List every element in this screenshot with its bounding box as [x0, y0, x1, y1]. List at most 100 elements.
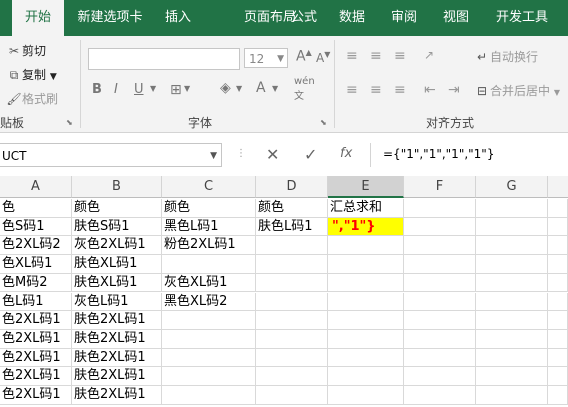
- cell[interactable]: 色2XL码1: [0, 348, 72, 368]
- cell[interactable]: [476, 292, 548, 312]
- wrap-text-button[interactable]: ↵ 自动换行: [474, 48, 538, 65]
- tab-developer[interactable]: 开发工具: [488, 0, 556, 36]
- font-name-field[interactable]: [88, 48, 240, 70]
- cell[interactable]: [476, 311, 548, 330]
- format-painter-button[interactable]: 🖌格式刷: [6, 90, 58, 107]
- cell[interactable]: [404, 217, 476, 237]
- column-header-g[interactable]: G: [476, 176, 548, 198]
- cell[interactable]: [404, 255, 476, 274]
- bold-button[interactable]: B: [92, 82, 102, 97]
- cell[interactable]: [256, 329, 328, 349]
- cell[interactable]: 粉色2XL码1: [162, 236, 256, 256]
- cell[interactable]: [548, 367, 568, 386]
- cell[interactable]: [256, 367, 328, 386]
- column-header-d[interactable]: D: [256, 176, 328, 198]
- cell[interactable]: [162, 329, 256, 349]
- cell[interactable]: 肤色2XL码1: [72, 386, 162, 405]
- cell[interactable]: [328, 236, 404, 256]
- cell[interactable]: [548, 348, 568, 368]
- cell[interactable]: 黑色XL码2: [162, 292, 256, 312]
- chevron-down-icon[interactable]: ▼: [150, 84, 156, 93]
- cell[interactable]: [548, 255, 568, 274]
- cell[interactable]: [404, 311, 476, 330]
- clipboard-launcher-icon[interactable]: ⬊: [66, 118, 73, 127]
- cell[interactable]: [256, 348, 328, 368]
- selected-cell[interactable]: ","1"}: [328, 217, 404, 237]
- cell[interactable]: [476, 199, 548, 218]
- cell[interactable]: [476, 329, 548, 349]
- cell[interactable]: [256, 255, 328, 274]
- increase-indent-icon[interactable]: ⇥: [448, 82, 460, 98]
- cell[interactable]: 色2XL码1: [0, 367, 72, 386]
- column-header-c[interactable]: C: [162, 176, 256, 198]
- cancel-icon[interactable]: ✕: [266, 145, 279, 164]
- drag-handle-icon[interactable]: ⋮: [236, 148, 246, 159]
- borders-icon[interactable]: ⊞: [170, 82, 182, 98]
- decrease-indent-icon[interactable]: ⇤: [424, 82, 436, 98]
- cell[interactable]: 色XL码1: [0, 255, 72, 274]
- insert-function-icon[interactable]: fx: [340, 146, 352, 161]
- cell[interactable]: 肤色2XL码1: [72, 311, 162, 330]
- cell[interactable]: [404, 367, 476, 386]
- italic-button[interactable]: I: [114, 82, 118, 97]
- cell[interactable]: 灰色XL码1: [162, 273, 256, 293]
- tab-home[interactable]: 开始: [12, 0, 64, 36]
- cell[interactable]: [548, 311, 568, 330]
- cell[interactable]: [328, 292, 404, 312]
- column-header-e[interactable]: E: [328, 176, 404, 198]
- cell[interactable]: [476, 217, 548, 237]
- merge-center-button[interactable]: ⊟ 合并后居中 ▼: [474, 82, 560, 99]
- cell[interactable]: [328, 255, 404, 274]
- cell[interactable]: [476, 386, 548, 405]
- cell[interactable]: 色2XL码2: [0, 236, 72, 256]
- decrease-font-icon[interactable]: A▼: [316, 50, 330, 65]
- column-header-h[interactable]: [548, 176, 568, 198]
- font-size-field[interactable]: 12 ▼: [244, 48, 288, 68]
- increase-font-icon[interactable]: A▲: [296, 48, 312, 65]
- cell[interactable]: [404, 348, 476, 368]
- column-header-f[interactable]: F: [404, 176, 476, 198]
- copy-button[interactable]: ⧉ 复制 ▼: [6, 66, 57, 83]
- font-color-icon[interactable]: A: [256, 80, 266, 96]
- cell[interactable]: [548, 386, 568, 405]
- cell[interactable]: [328, 329, 404, 349]
- cell[interactable]: [328, 311, 404, 330]
- cell[interactable]: [256, 386, 328, 405]
- cell[interactable]: [404, 386, 476, 405]
- cell[interactable]: [162, 255, 256, 274]
- cell[interactable]: [162, 386, 256, 405]
- cut-button[interactable]: ✂ 剪切: [6, 42, 46, 59]
- cell[interactable]: [328, 386, 404, 405]
- align-middle-icon[interactable]: ≡: [370, 48, 382, 64]
- cell[interactable]: 色S码1: [0, 217, 72, 237]
- cell[interactable]: [404, 273, 476, 293]
- cell[interactable]: 肤色2XL码1: [72, 367, 162, 386]
- cell[interactable]: [162, 367, 256, 386]
- cell[interactable]: [476, 273, 548, 293]
- chevron-down-icon[interactable]: ▼: [184, 84, 190, 93]
- cell[interactable]: 灰色2XL码1: [72, 236, 162, 256]
- cell[interactable]: [548, 217, 568, 237]
- cell[interactable]: 灰色L码1: [72, 292, 162, 312]
- cell[interactable]: [476, 236, 548, 256]
- cell[interactable]: [256, 273, 328, 293]
- cell[interactable]: 颜色: [256, 199, 328, 218]
- tab-insert[interactable]: 插入: [158, 0, 198, 36]
- column-header-a[interactable]: A: [0, 176, 72, 198]
- cell[interactable]: 肤色2XL码1: [72, 348, 162, 368]
- cell[interactable]: [548, 273, 568, 293]
- cell[interactable]: [404, 236, 476, 256]
- cell[interactable]: [256, 311, 328, 330]
- align-bottom-icon[interactable]: ≡: [394, 48, 406, 64]
- orientation-icon[interactable]: ↗: [424, 48, 434, 62]
- chevron-down-icon[interactable]: ▼: [236, 84, 242, 93]
- fill-color-icon[interactable]: ◈: [220, 80, 231, 96]
- align-left-icon[interactable]: ≡: [346, 82, 358, 98]
- underline-button[interactable]: U: [134, 82, 144, 97]
- cell[interactable]: [162, 311, 256, 330]
- cell[interactable]: [404, 292, 476, 312]
- tab-review[interactable]: 审阅: [384, 0, 424, 36]
- tab-data[interactable]: 数据: [332, 0, 372, 36]
- cell[interactable]: [548, 292, 568, 312]
- cell[interactable]: [328, 273, 404, 293]
